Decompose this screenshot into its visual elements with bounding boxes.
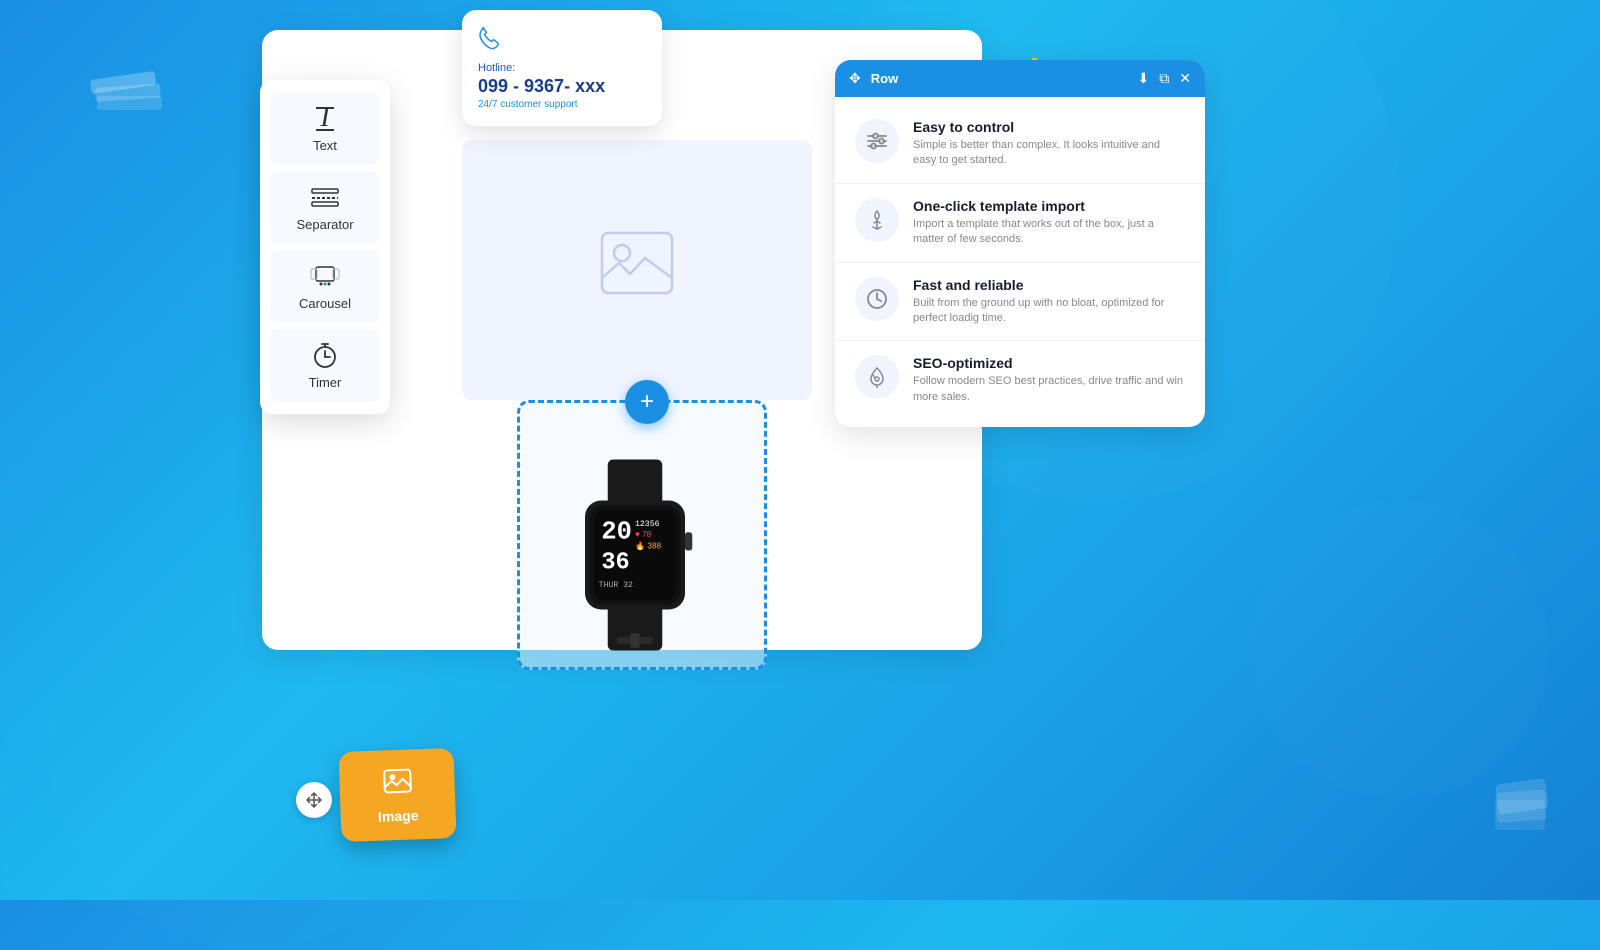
template-icon <box>855 198 899 242</box>
timer-icon <box>312 341 338 369</box>
hotline-label: Hotline: <box>478 62 646 74</box>
svg-text:36: 36 <box>601 550 629 577</box>
sidebar-item-text[interactable]: I Text <box>270 92 380 165</box>
seo-icon <box>855 355 899 399</box>
feature-title-template: One-click template import <box>913 198 1185 214</box>
separator-icon <box>310 183 340 211</box>
image-card-label: Image <box>378 807 419 824</box>
feature-title-easy: Easy to control <box>913 119 1185 135</box>
add-element-button[interactable]: + <box>625 380 669 424</box>
deco-cards <box>1490 765 1550 840</box>
feature-text-fast: Fast and reliable Built from the ground … <box>913 277 1185 327</box>
phone-number: 099 - 9367- xxx <box>478 76 646 97</box>
sidebar-item-carousel[interactable]: Carousel <box>270 250 380 323</box>
phone-icon <box>478 26 646 56</box>
sidebar-item-separator[interactable]: Separator <box>270 171 380 244</box>
sidebar-item-timer[interactable]: Timer <box>270 329 380 402</box>
features-panel: ✥ Row ⬇ ⧉ ✕ Easy to <box>835 60 1205 427</box>
feature-desc-easy: Simple is better than complex. It looks … <box>913 138 1185 169</box>
svg-text:🔥 388: 🔥 388 <box>635 541 662 551</box>
feature-title-fast: Fast and reliable <box>913 277 1185 293</box>
feature-item-template: One-click template import Import a templ… <box>835 184 1205 263</box>
feature-text-template: One-click template import Import a templ… <box>913 198 1185 248</box>
feature-desc-seo: Follow modern SEO best practices, drive … <box>913 374 1185 405</box>
support-text: 24/7 customer support <box>478 99 646 110</box>
image-card-icon <box>382 766 413 802</box>
svg-text:♥ 78: ♥ 78 <box>635 530 652 539</box>
feature-desc-template: Import a template that works out of the … <box>913 217 1185 248</box>
close-icon[interactable]: ✕ <box>1179 70 1191 87</box>
carousel-icon <box>310 262 340 290</box>
separator-label: Separator <box>296 217 353 232</box>
features-list: Easy to control Simple is better than co… <box>835 97 1205 427</box>
feature-text-easy: Easy to control Simple is better than co… <box>913 119 1185 169</box>
text-label: Text <box>313 138 337 153</box>
svg-text:THUR 32: THUR 32 <box>599 581 633 590</box>
fast-icon <box>855 277 899 321</box>
svg-text:12356: 12356 <box>635 520 660 529</box>
panel-toolbar: ✥ Row ⬇ ⧉ ✕ <box>835 60 1205 97</box>
feature-item-easy: Easy to control Simple is better than co… <box>835 105 1205 184</box>
move-icon[interactable]: ✥ <box>849 70 861 87</box>
toolbar-row-label: Row <box>871 71 898 86</box>
bg-decoration-3 <box>1250 500 1550 800</box>
feature-item-fast: Fast and reliable Built from the ground … <box>835 263 1205 342</box>
feature-item-seo: SEO-optimized Follow modern SEO best pra… <box>835 341 1205 419</box>
text-icon: I <box>312 104 338 132</box>
move-cursor-icon <box>296 782 332 818</box>
image-element-card[interactable]: Image <box>338 748 456 842</box>
phone-card: Hotline: 099 - 9367- xxx 24/7 customer s… <box>462 10 662 126</box>
feature-desc-fast: Built from the ground up with no bloat, … <box>913 296 1185 327</box>
download-icon[interactable]: ⬇ <box>1138 70 1150 87</box>
carousel-label: Carousel <box>299 296 351 311</box>
easy-control-icon <box>855 119 899 163</box>
element-sidebar: I Text Separator <box>260 80 390 414</box>
svg-text:20: 20 <box>601 518 632 547</box>
placeholder-image-icon <box>597 228 677 312</box>
image-placeholder <box>462 140 812 400</box>
copy-icon[interactable]: ⧉ <box>1159 70 1169 87</box>
feature-text-seo: SEO-optimized Follow modern SEO best pra… <box>913 355 1185 405</box>
watch-image: 20 12356 ♥ 78 🔥 388 36 THUR 32 <box>540 440 730 670</box>
feature-title-seo: SEO-optimized <box>913 355 1185 371</box>
timer-label: Timer <box>309 375 342 390</box>
